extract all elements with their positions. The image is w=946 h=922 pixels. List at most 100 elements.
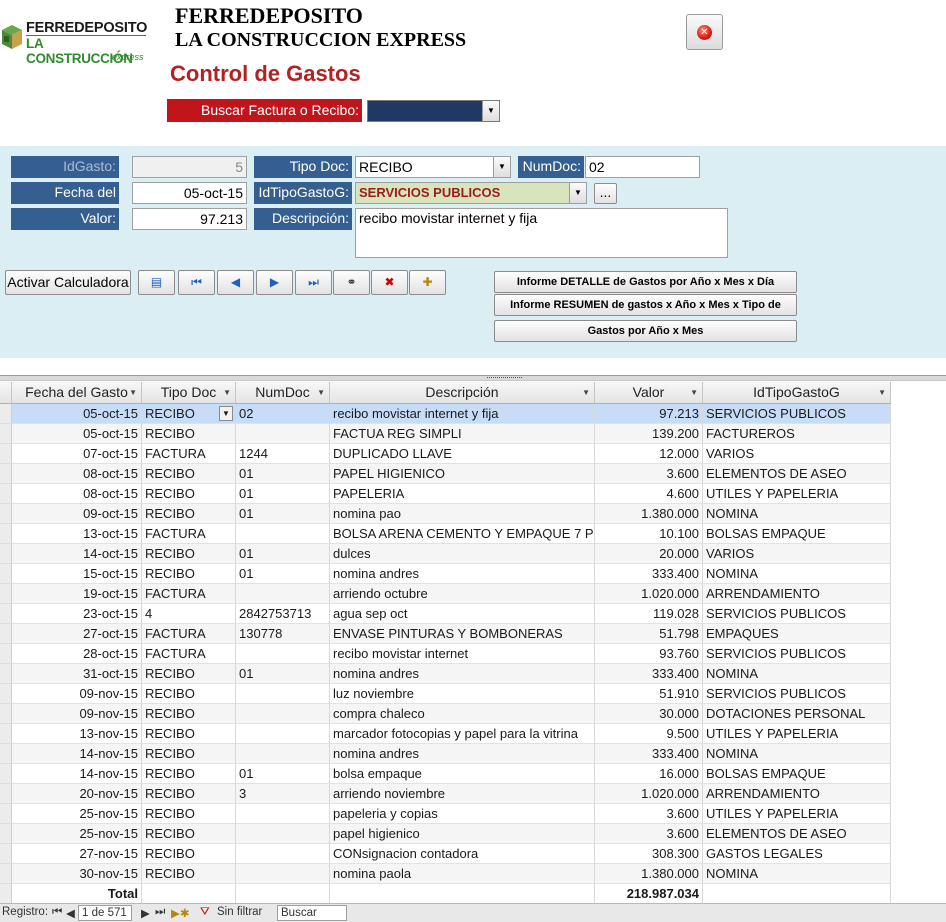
cell-tipodoc[interactable]: RECIBO xyxy=(142,544,236,564)
cell-tipodoc[interactable]: RECIBO xyxy=(142,704,236,724)
cell-fecha[interactable]: 14-nov-15 xyxy=(12,744,142,764)
cell-valor[interactable]: 4.600 xyxy=(595,484,703,504)
cell-numdoc[interactable]: 02 xyxy=(236,404,330,424)
cell-idtipogasto[interactable]: ELEMENTOS DE ASEO xyxy=(703,464,891,484)
table-row[interactable]: 05-oct-15 RECIBO FACTUA REG SIMPLI 139.200 F… xyxy=(0,424,946,444)
tipodoc-combo[interactable]: RECIBO ▼ xyxy=(355,156,511,178)
cell-idtipogasto[interactable]: ELEMENTOS DE ASEO xyxy=(703,824,891,844)
column-header-descripcion[interactable]: Descripción ▼ xyxy=(330,382,595,404)
cell-numdoc[interactable]: 01 xyxy=(236,664,330,684)
cell-descripcion[interactable]: luz noviembre xyxy=(330,684,595,704)
cell-valor[interactable]: 20.000 xyxy=(595,544,703,564)
cell-numdoc[interactable]: 01 xyxy=(236,504,330,524)
valor-field[interactable]: 97.213 xyxy=(132,208,247,230)
cell-numdoc[interactable]: 1244 xyxy=(236,444,330,464)
cell-valor[interactable]: 1.020.000 xyxy=(595,784,703,804)
last-record-nav-button[interactable]: ⏭ xyxy=(155,906,165,919)
table-row[interactable]: 27-nov-15 RECIBO CONsignacion contadora 308… xyxy=(0,844,946,864)
cell-fecha[interactable]: 28-oct-15 xyxy=(12,644,142,664)
cell-numdoc[interactable]: 2842753713 xyxy=(236,604,330,624)
row-selector[interactable] xyxy=(0,844,12,864)
form-splitter[interactable] xyxy=(0,375,946,381)
cell-fecha[interactable]: 20-nov-15 xyxy=(12,784,142,804)
report-year-month-button[interactable]: Gastos por Año x Mes xyxy=(494,320,797,342)
cell-descripcion[interactable]: papel higienico xyxy=(330,824,595,844)
search-invoice-combo[interactable]: ▼ xyxy=(367,100,500,122)
cell-numdoc[interactable]: 01 xyxy=(236,764,330,784)
cell-fecha[interactable]: 31-oct-15 xyxy=(12,664,142,684)
table-row[interactable]: 08-oct-15 RECIBO 01 PAPEL HIGIENICO 3.600 ELE… xyxy=(0,464,946,484)
cell-fecha[interactable]: 08-oct-15 xyxy=(12,484,142,504)
table-row[interactable]: 09-oct-15 RECIBO 01 nomina pao 1.380.000 NOMI… xyxy=(0,504,946,524)
row-selector[interactable] xyxy=(0,684,12,704)
cell-descripcion[interactable]: arriendo octubre xyxy=(330,584,595,604)
column-header-numdoc[interactable]: NumDoc ▼ xyxy=(236,382,330,404)
table-row[interactable]: 15-oct-15 RECIBO 01 nomina andres 333.400 NOM… xyxy=(0,564,946,584)
cell-descripcion[interactable]: recibo movistar internet y fija xyxy=(330,404,595,424)
previous-record-button[interactable]: ◀ xyxy=(217,270,254,295)
row-selector[interactable] xyxy=(0,584,12,604)
cell-idtipogasto[interactable]: BOLSAS EMPAQUE xyxy=(703,764,891,784)
column-header-idtipogasto[interactable]: IdTipoGastoG ▼ xyxy=(703,382,891,404)
table-row[interactable]: 28-oct-15 FACTURA recibo movistar internet… xyxy=(0,644,946,664)
cell-idtipogasto[interactable]: UTILES Y PAPELERIA xyxy=(703,804,891,824)
cell-descripcion[interactable]: nomina pao xyxy=(330,504,595,524)
cell-valor[interactable]: 308.300 xyxy=(595,844,703,864)
cell-tipodoc[interactable]: RECIBO xyxy=(142,484,236,504)
cell-valor[interactable]: 10.100 xyxy=(595,524,703,544)
cell-tipodoc[interactable]: RECIBO xyxy=(142,424,236,444)
first-record-nav-button[interactable]: ⏮ xyxy=(52,906,62,919)
cell-numdoc[interactable]: 3 xyxy=(236,784,330,804)
cell-fecha[interactable]: 19-oct-15 xyxy=(12,584,142,604)
cell-descripcion[interactable]: nomina andres xyxy=(330,564,595,584)
cell-idtipogasto[interactable]: UTILES Y PAPELERIA xyxy=(703,484,891,504)
chevron-down-icon[interactable]: ▼ xyxy=(482,101,499,121)
table-row[interactable]: 19-oct-15 FACTURA arriendo octubre 1.020.00… xyxy=(0,584,946,604)
cell-idtipogasto[interactable]: VARIOS xyxy=(703,544,891,564)
cell-valor[interactable]: 51.798 xyxy=(595,624,703,644)
chevron-down-icon[interactable]: ▼ xyxy=(219,406,233,421)
cell-descripcion[interactable]: DUPLICADO LLAVE xyxy=(330,444,595,464)
report-summary-button[interactable]: Informe RESUMEN de gastos x Año x Mes x … xyxy=(494,294,797,331)
cell-descripcion[interactable]: nomina andres xyxy=(330,744,595,764)
cell-fecha[interactable]: 27-nov-15 xyxy=(12,844,142,864)
cell-descripcion[interactable]: BOLSA ARENA CEMENTO Y EMPAQUE 7 PQT xyxy=(330,524,595,544)
cell-numdoc[interactable]: 01 xyxy=(236,464,330,484)
cell-valor[interactable]: 1.020.000 xyxy=(595,584,703,604)
cell-fecha[interactable]: 25-nov-15 xyxy=(12,804,142,824)
row-selector[interactable] xyxy=(0,804,12,824)
next-record-nav-button[interactable]: ▶ xyxy=(141,906,150,920)
cell-numdoc[interactable] xyxy=(236,724,330,744)
cell-idtipogasto[interactable]: UTILES Y PAPELERIA xyxy=(703,724,891,744)
cell-tipodoc[interactable]: RECIBO xyxy=(142,464,236,484)
cell-descripcion[interactable]: nomina andres xyxy=(330,664,595,684)
cell-valor[interactable]: 139.200 xyxy=(595,424,703,444)
print-button[interactable]: ▤ xyxy=(138,270,175,295)
cell-fecha[interactable]: 09-oct-15 xyxy=(12,504,142,524)
row-selector[interactable] xyxy=(0,484,12,504)
report-detail-button[interactable]: Informe DETALLE de Gastos por Año x Mes … xyxy=(494,271,797,293)
cell-fecha[interactable]: 09-nov-15 xyxy=(12,704,142,724)
search-box[interactable]: Buscar xyxy=(277,905,347,921)
cell-descripcion[interactable]: dulces xyxy=(330,544,595,564)
cell-numdoc[interactable] xyxy=(236,524,330,544)
cell-descripcion[interactable]: bolsa empaque xyxy=(330,764,595,784)
cell-valor[interactable]: 12.000 xyxy=(595,444,703,464)
column-header-valor[interactable]: Valor ▼ xyxy=(595,382,703,404)
row-selector[interactable] xyxy=(0,404,12,424)
cell-valor[interactable]: 97.213 xyxy=(595,404,703,424)
cell-descripcion[interactable]: arriendo noviembre xyxy=(330,784,595,804)
cell-tipodoc[interactable]: RECIBO xyxy=(142,684,236,704)
cell-idtipogasto[interactable]: SERVICIOS PUBLICOS xyxy=(703,684,891,704)
cell-valor[interactable]: 3.600 xyxy=(595,464,703,484)
table-row[interactable]: 27-oct-15 FACTURA 130778 ENVASE PINTURAS Y … xyxy=(0,624,946,644)
find-button[interactable]: ⚭ xyxy=(333,270,370,295)
table-row[interactable]: 13-oct-15 FACTURA BOLSA ARENA CEMENTO Y EM… xyxy=(0,524,946,544)
cell-idtipogasto[interactable]: GASTOS LEGALES xyxy=(703,844,891,864)
table-row[interactable]: 23-oct-15 4 2842753713 agua sep oct 119.028 S… xyxy=(0,604,946,624)
numdoc-field[interactable]: 02 xyxy=(585,156,700,178)
row-selector[interactable] xyxy=(0,444,12,464)
table-row[interactable]: 07-oct-15 FACTURA 1244 DUPLICADO LLAVE 12.00… xyxy=(0,444,946,464)
cell-numdoc[interactable] xyxy=(236,424,330,444)
cell-numdoc[interactable] xyxy=(236,684,330,704)
